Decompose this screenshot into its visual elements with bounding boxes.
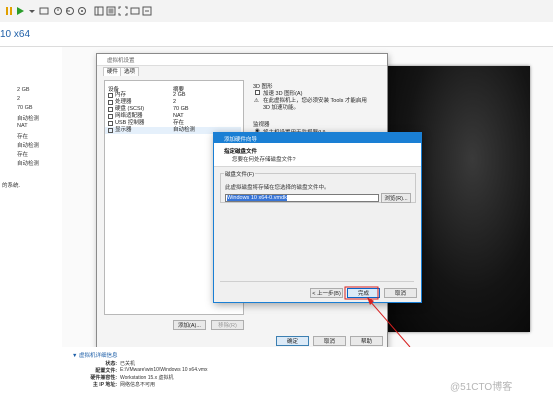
summary-printer: 存在 [17,152,29,158]
back-button[interactable]: < 上一步(B) [310,288,343,298]
disk-file-input[interactable]: Windows 10 x64-0.vmdk [225,194,379,202]
wizard-titlebar[interactable]: 添加硬件向导 [214,133,421,143]
vm-tab-bar: 10 x64 [0,22,553,47]
detail-label: 状态: [105,361,117,367]
fullscreen-icon[interactable] [118,6,128,16]
summary-disk: 70 GB [17,105,33,111]
device-name: 显示器 [115,127,132,133]
play-icon[interactable] [15,6,25,16]
device-name: 硬盘 (SCSI) [115,106,145,112]
summary-note: 的系统. [2,183,21,189]
details-title[interactable]: ▼ 虚拟机详细信息 [72,351,117,359]
wizard-question: 您要在何处存储磁盘文件? [232,157,296,163]
device-summary: 70 GB [173,106,189,112]
finish-button[interactable]: 完成 [347,288,380,298]
device-summary: NAT [173,113,184,119]
settings-title: 虚拟机设置 [107,58,135,64]
vm-tab-title[interactable]: 10 x64 [0,29,30,40]
cpu-icon [108,100,113,105]
device-row[interactable]: USB 控制器 存在 [105,120,241,127]
device-summary: 2 [173,99,177,105]
pause-icon[interactable] [4,6,14,16]
summary-network: NAT [17,123,28,129]
device-name: 网络适配器 [115,113,143,119]
detail-value: 已关机 [120,361,136,367]
wizard-title: 添加硬件向导 [224,136,258,143]
unity-icon[interactable] [130,6,140,16]
accel-3d-checkbox[interactable] [255,90,260,95]
wizard-step-title: 指定磁盘文件 [224,149,258,155]
snapshot-icon[interactable] [53,6,63,16]
detail-label: 硬件兼容性: [90,375,117,381]
add-hardware-button[interactable]: 添加(A)... [173,320,206,330]
summary-sound: 自动检测 [17,143,40,149]
revert-snapshot-icon[interactable] [65,6,75,16]
vm-summary-pane: 2 GB 2 70 GB 自动检测 NAT 存在 自动检测 存在 自动检测 的系… [0,47,63,403]
detail-value: E:\VMware\win10\Windows 10 x64.vmx [120,367,208,373]
wizard-cancel-button[interactable]: 取消 [384,288,417,298]
device-summary: 自动检测 [173,127,196,133]
add-hardware-wizard: 添加硬件向导 指定磁盘文件 您要在何处存储磁盘文件? 磁盘文件(F) 此虚拟磁盘… [213,132,422,303]
disk-file-group: 磁盘文件(F) 此虚拟磁盘将存储在您选择的磁盘文件中。 Windows 10 x… [220,170,416,203]
summary-memory: 2 GB [17,87,30,93]
watermark: @51CTO博客 [450,382,513,393]
tab-options[interactable]: 选项 [120,67,140,76]
remove-hardware-button[interactable]: 移除(R) [211,320,244,330]
accel-3d-label: 加速 3D 图形(A) [263,91,303,97]
device-name: USB 控制器 [115,120,145,126]
device-name: 内存 [115,92,127,98]
device-row[interactable]: 硬盘 (SCSI) 70 GB [105,106,241,113]
summary-cpu: 2 [17,96,21,102]
device-row[interactable]: 内存 2 GB [105,92,241,99]
vm-details-panel: ▼ 虚拟机详细信息 状态: 已关机 配置文件: E:\VMware\win10\… [62,347,553,403]
tools-note: 在此虚拟机上，您必须安装 Tools 才能启用 3D 加速功能。 [263,98,367,111]
disk-file-group-label: 磁盘文件(F) [224,170,256,178]
detail-value: 网络信息不可用 [120,382,156,388]
disk-file-value: Windows 10 x64-0.vmdk [227,195,287,201]
device-summary: 2 GB [173,92,186,98]
detail-value: Workstation 15.x 虚拟机 [120,375,174,381]
help-button[interactable]: 帮助 [350,336,383,346]
summary-display: 自动检测 [17,161,40,167]
settings-titlebar[interactable]: 虚拟机设置 [97,54,387,66]
detail-label: 配置文件: [95,368,117,374]
settings-cancel-button[interactable]: 取消 [313,336,346,346]
toolbar [0,0,553,23]
summary-usb: 存在 [17,134,29,140]
device-row[interactable]: 网络适配器 NAT [105,113,241,120]
dropdown-icon[interactable] [27,6,37,16]
stretch-icon[interactable] [142,6,152,16]
detail-label: 主 IP 地址: [92,382,117,388]
summary-cd: 自动检测 [17,116,40,122]
device-summary: 存在 [173,120,185,126]
monitor-group-label: 监视器 [253,122,270,128]
snapshot-manager-icon[interactable] [77,6,87,16]
disk-file-description: 此虚拟磁盘将存储在您选择的磁盘文件中。 [225,185,330,191]
device-row[interactable]: 处理器 2 [105,99,241,106]
usb-icon [108,121,113,126]
browse-button[interactable]: 浏览(R)... [381,193,411,203]
console-view-icon[interactable] [106,6,116,16]
monitor-icon [108,128,113,133]
ok-button[interactable]: 确定 [276,336,309,346]
memory-icon [108,93,113,98]
disk-icon [108,107,113,112]
send-keys-icon[interactable] [39,6,49,16]
network-icon [108,114,113,119]
device-name: 处理器 [115,99,132,105]
sidebar-view-icon[interactable] [94,6,104,16]
wizard-separator [220,281,414,282]
wizard-header: 指定磁盘文件 您要在何处存储磁盘文件? [214,143,421,167]
